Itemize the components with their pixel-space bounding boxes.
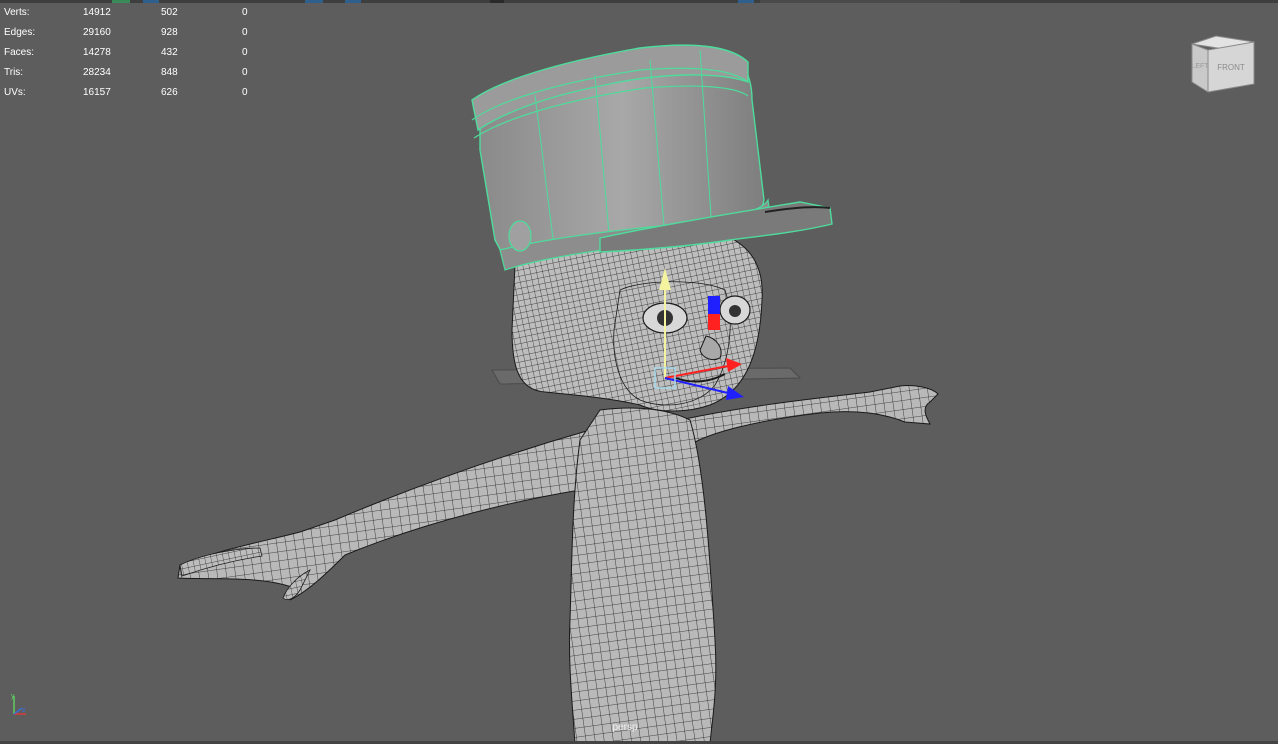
perspective-viewport[interactable]: Verts: 14912 502 0 Edges: 29160 928 0 Fa… [0,0,1278,744]
hud-extra: 0 [242,47,248,58]
hud-label: Verts: [4,7,30,18]
poly-count-hud: Verts: 14912 502 0 Edges: 29160 928 0 Fa… [4,3,264,103]
hud-selected: 848 [161,67,178,78]
hud-label: Tris: [4,67,24,78]
axis-gizmo: y z [11,693,26,715]
hud-row-verts: Verts: 14912 502 0 [4,3,264,23]
axis-z-line [13,707,23,715]
hud-selected: 626 [161,87,178,98]
hud-total: 28234 [83,67,111,78]
view-cube-front-label: FRONT [1217,63,1245,72]
selected-hat-mesh[interactable] [471,44,833,271]
hud-total: 14278 [83,47,111,58]
manipulator-plane-handle[interactable] [708,296,720,314]
hud-selected: 928 [161,27,178,38]
pupil-right [729,305,741,317]
axis-z-label: z [22,707,26,714]
manipulator-plane-handle[interactable] [708,314,720,330]
hud-total: 14912 [83,7,111,18]
view-cube-left-label: LEFT [1191,63,1209,70]
hud-extra: 0 [242,87,248,98]
axis-y-label: y [11,693,15,700]
character-body[interactable] [177,385,939,744]
hud-total: 29160 [83,27,111,38]
hud-extra: 0 [242,7,248,18]
camera-name-label: persp [612,722,638,733]
hud-label: Edges: [4,27,36,38]
hud-selected: 502 [161,7,178,18]
hud-extra: 0 [242,27,248,38]
hud-selected: 432 [161,47,178,58]
hud-row-tris: Tris: 28234 848 0 [4,63,264,83]
hud-row-faces: Faces: 14278 432 0 [4,43,264,63]
scene-render[interactable] [0,0,1278,744]
hud-row-uvs: UVs: 16157 626 0 [4,83,264,103]
hud-total: 16157 [83,87,111,98]
hud-row-edges: Edges: 29160 928 0 [4,23,264,43]
hud-extra: 0 [242,67,248,78]
hud-label: UVs: [4,87,26,98]
hud-label: Faces: [4,47,35,58]
view-cube[interactable]: LEFT FRONT [1186,34,1258,96]
